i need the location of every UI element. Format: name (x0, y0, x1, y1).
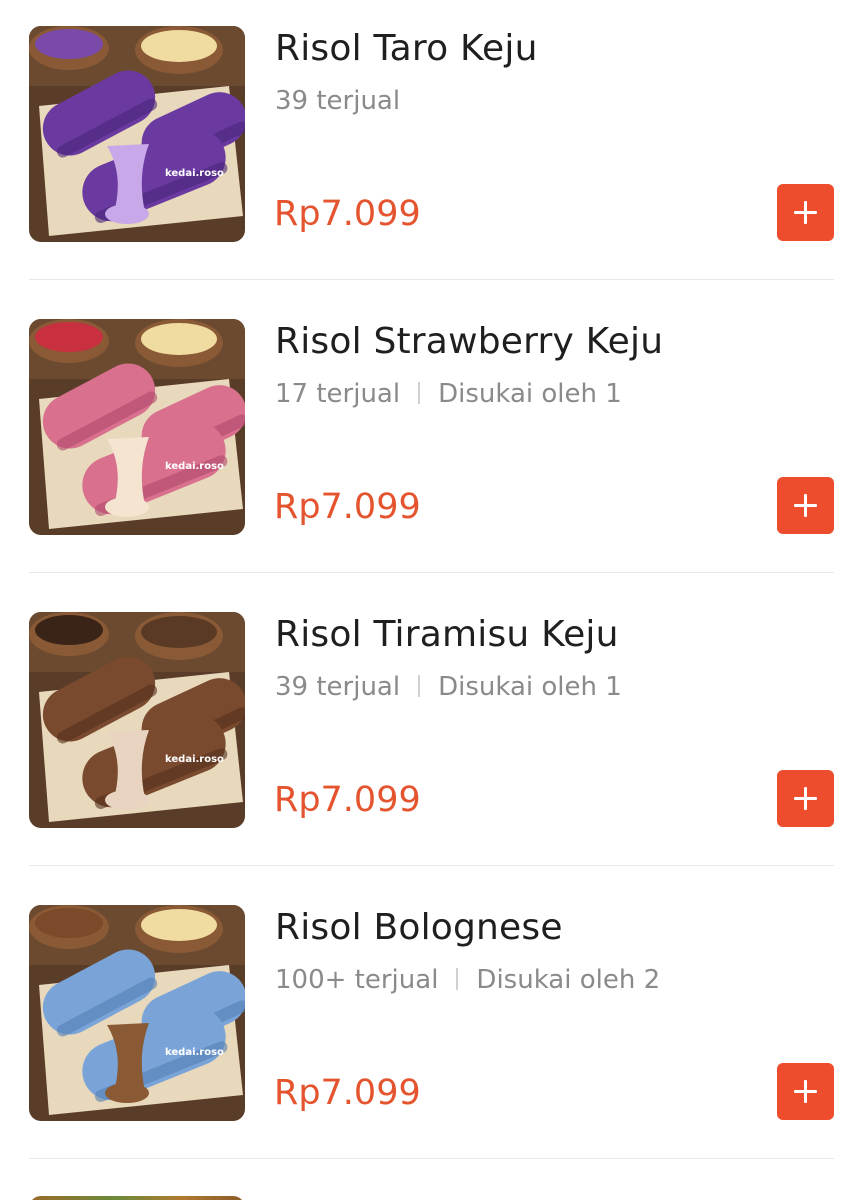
svg-text:kedai.roso: kedai.roso (165, 754, 224, 765)
item-divider (29, 865, 834, 866)
product-name[interactable]: Risol Strawberry Keju (275, 321, 663, 362)
svg-text:kedai.roso: kedai.roso (165, 1047, 224, 1058)
product-name[interactable]: Risol Tiramisu Keju (275, 614, 619, 655)
product-image[interactable]: kedai.roso (29, 905, 245, 1121)
product-item[interactable]: kedai.roso Risol Strawberry Keju 17 terjua… (0, 293, 863, 586)
product-meta: 39 terjual Disukai oleh 1 (275, 672, 622, 702)
item-divider (29, 279, 834, 280)
product-item[interactable]: kedai.roso Risol Taro Keju 39 terjual Rp7.0… (0, 0, 863, 293)
product-price: Rp7.099 (274, 487, 421, 527)
product-item[interactable]: kedai.roso Risol Bolognese 100+ terjual Dis… (0, 879, 863, 1172)
add-to-cart-button[interactable] (777, 477, 834, 534)
sold-count: 39 terjual (275, 672, 401, 702)
meta-separator (418, 675, 421, 697)
product-name[interactable]: Risol Bolognese (275, 907, 563, 948)
product-price: Rp7.099 (274, 194, 421, 234)
product-image-partial[interactable] (29, 1196, 245, 1200)
item-divider (29, 1158, 834, 1159)
product-item[interactable]: kedai.roso Risol Tiramisu Keju 39 terjual D… (0, 586, 863, 879)
add-to-cart-button[interactable] (777, 184, 834, 241)
sold-count: 100+ terjual (275, 965, 439, 995)
product-meta: 100+ terjual Disukai oleh 2 (275, 965, 660, 995)
svg-text:kedai.roso: kedai.roso (165, 461, 224, 472)
product-name[interactable]: Risol Taro Keju (275, 28, 538, 69)
liked-count: Disukai oleh 1 (438, 379, 622, 409)
product-list: kedai.roso Risol Taro Keju 39 terjual Rp7.0… (0, 0, 863, 1200)
sold-count: 39 terjual (275, 86, 401, 116)
product-image[interactable]: kedai.roso (29, 26, 245, 242)
svg-text:kedai.roso: kedai.roso (165, 168, 224, 179)
liked-count: Disukai oleh 2 (476, 965, 661, 995)
product-meta: 39 terjual (275, 86, 400, 116)
add-to-cart-button[interactable] (777, 770, 834, 827)
liked-count: Disukai oleh 1 (438, 672, 622, 702)
product-image[interactable]: kedai.roso (29, 319, 245, 535)
product-price: Rp7.099 (274, 1073, 421, 1113)
product-image[interactable]: kedai.roso (29, 612, 245, 828)
add-to-cart-button[interactable] (777, 1063, 834, 1120)
product-meta: 17 terjual Disukai oleh 1 (275, 379, 622, 409)
meta-separator (418, 382, 421, 404)
product-price: Rp7.099 (274, 780, 421, 820)
sold-count: 17 terjual (275, 379, 401, 409)
item-divider (29, 572, 834, 573)
meta-separator (456, 968, 459, 990)
